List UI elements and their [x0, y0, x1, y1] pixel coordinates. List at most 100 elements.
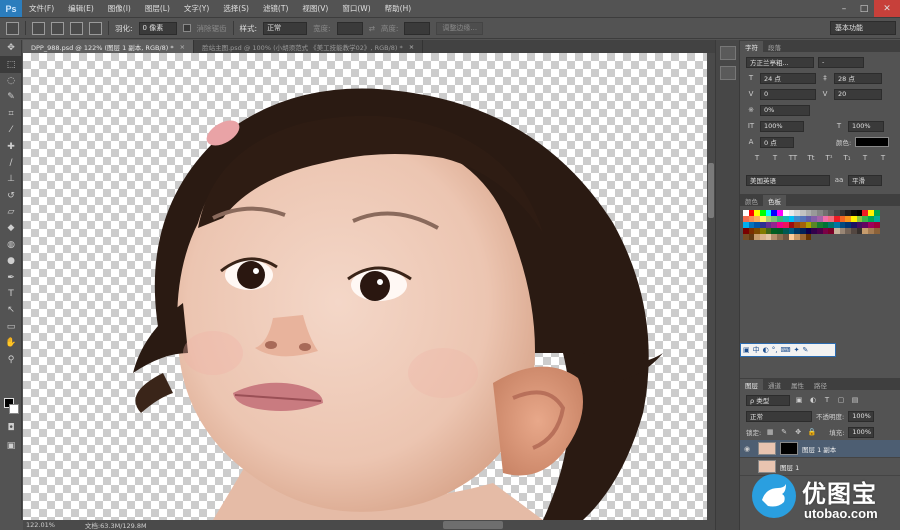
color-swatch[interactable] — [805, 234, 812, 240]
layer-filter-select[interactable]: ρ 类型 — [746, 394, 790, 406]
eraser-tool-icon[interactable]: ▱ — [0, 204, 22, 220]
height-input[interactable] — [404, 21, 431, 35]
lock-transparent-icon[interactable]: ▦ — [765, 428, 775, 436]
blend-mode-select[interactable]: 正常 — [746, 410, 812, 422]
type-tool-icon[interactable]: T — [0, 286, 22, 302]
lock-position-icon[interactable]: ✥ — [793, 428, 803, 436]
healing-brush-tool-icon[interactable]: ✚ — [0, 138, 22, 154]
marquee-tool-icon[interactable]: ⬚ — [0, 56, 22, 73]
opacity-input[interactable]: 100% — [848, 410, 875, 422]
antialias-select[interactable]: 平滑 — [848, 174, 882, 186]
tab-channels[interactable]: 通道 — [763, 379, 786, 390]
screen-mode-icon[interactable]: ▣ — [0, 438, 22, 454]
ime-skin-icon[interactable]: ✦ — [794, 346, 800, 354]
tab-color[interactable]: 颜色 — [740, 195, 763, 206]
dodge-tool-icon[interactable]: ● — [0, 253, 22, 269]
document-canvas[interactable] — [23, 53, 707, 520]
style-select[interactable]: 正常 — [263, 21, 308, 35]
menu-item-3[interactable]: 图层(L) — [138, 3, 177, 14]
minimize-button[interactable]: – — [834, 0, 854, 17]
visibility-eye-icon[interactable]: ◉ — [744, 445, 754, 453]
menu-item-5[interactable]: 选择(S) — [216, 3, 256, 14]
close-tab-icon[interactable]: × — [409, 43, 414, 51]
font-style-select[interactable]: - — [818, 56, 864, 68]
lock-pixels-icon[interactable]: ✎ — [779, 428, 789, 436]
faux-italic-icon[interactable]: T — [770, 154, 780, 162]
menu-item-4[interactable]: 文字(Y) — [177, 3, 216, 14]
vertical-scale-input[interactable]: 100% — [760, 120, 804, 132]
tab-document-2[interactable]: 脸站主图.psd @ 100% (小胡须范式 《美工技能教学02》, RGB/8… — [194, 40, 424, 53]
vertical-scroll-thumb[interactable] — [708, 163, 714, 218]
menu-item-8[interactable]: 窗口(W) — [335, 3, 377, 14]
superscript-icon[interactable]: T¹ — [824, 154, 834, 162]
strikethrough-icon[interactable]: T — [878, 154, 888, 162]
ime-mode-icon[interactable]: 中 — [753, 345, 760, 355]
history-brush-tool-icon[interactable]: ↺ — [0, 188, 22, 204]
zoom-level[interactable]: 122.01% — [26, 521, 55, 529]
rectangle-tool-icon[interactable]: ▭ — [0, 319, 22, 335]
ime-logo-icon[interactable]: ▣ — [743, 346, 750, 354]
close-button[interactable]: ✕ — [874, 0, 900, 17]
add-selection-icon[interactable] — [51, 21, 64, 35]
font-family-select[interactable]: 方正兰亭粗... — [746, 56, 814, 68]
tab-paragraph[interactable]: 段落 — [763, 41, 786, 52]
brush-tool-icon[interactable]: ∕ — [0, 155, 22, 171]
antialias-checkbox[interactable] — [182, 24, 191, 32]
filter-shape-icon[interactable]: ▢ — [836, 396, 846, 404]
quick-selection-tool-icon[interactable]: ✎ — [0, 89, 22, 105]
text-color-swatch[interactable] — [855, 137, 890, 147]
menu-item-0[interactable]: 文件(F) — [22, 3, 61, 14]
background-color-swatch[interactable] — [9, 404, 19, 414]
leading-input[interactable]: 28 点 — [834, 72, 882, 84]
marquee-tool-preset-icon[interactable] — [6, 21, 19, 35]
layer-mask-thumbnail[interactable] — [780, 442, 798, 455]
all-caps-icon[interactable]: TT — [788, 154, 798, 162]
small-caps-icon[interactable]: Tt — [806, 154, 816, 162]
ime-halfwidth-icon[interactable]: ◐ — [763, 346, 769, 354]
subscript-icon[interactable]: T₁ — [842, 154, 852, 162]
underline-icon[interactable]: T — [860, 154, 870, 162]
menu-item-7[interactable]: 视图(V) — [295, 3, 335, 14]
tab-properties[interactable]: 属性 — [786, 379, 809, 390]
path-selection-tool-icon[interactable]: ↖ — [0, 302, 22, 318]
tracking-input[interactable]: 20 — [834, 88, 882, 100]
menu-item-2[interactable]: 图像(I) — [101, 3, 138, 14]
workspace-select[interactable]: 基本功能 — [830, 21, 896, 35]
zoom-tool-icon[interactable]: ⚲ — [0, 351, 22, 367]
actions-panel-icon[interactable] — [719, 66, 736, 80]
filter-smart-icon[interactable]: ▤ — [850, 396, 860, 404]
tab-character[interactable]: 字符 — [740, 41, 763, 52]
refine-edge-button[interactable]: 调整边缘... — [436, 21, 484, 35]
horizontal-scroll-thumb[interactable] — [443, 521, 503, 529]
font-size-input[interactable]: 24 点 — [760, 72, 816, 84]
hand-tool-icon[interactable]: ✋ — [0, 335, 22, 351]
horizontal-scale-input[interactable]: 100% — [848, 120, 884, 132]
baseline-input[interactable]: 0 点 — [760, 136, 794, 148]
move-tool-icon[interactable]: ✥ — [0, 40, 22, 56]
quick-mask-icon[interactable]: ◘ — [0, 420, 22, 436]
tsume-input[interactable]: 0% — [760, 104, 810, 116]
filter-type-icon[interactable]: T — [822, 396, 832, 404]
menu-item-6[interactable]: 滤镜(T) — [256, 3, 295, 14]
menu-item-1[interactable]: 编辑(E) — [61, 3, 101, 14]
maximize-button[interactable]: □ — [854, 0, 874, 17]
tab-layers[interactable]: 图层 — [740, 379, 763, 390]
blur-tool-icon[interactable]: ◍ — [0, 237, 22, 253]
fill-input[interactable]: 100% — [848, 426, 875, 438]
vertical-scrollbar[interactable] — [707, 53, 715, 520]
color-swatch[interactable] — [873, 228, 880, 234]
layer-row[interactable]: ◉ 图层 1 副本 — [740, 440, 900, 458]
new-selection-icon[interactable] — [32, 21, 45, 35]
crop-tool-icon[interactable]: ⌗ — [0, 106, 22, 122]
faux-bold-icon[interactable]: T — [752, 154, 762, 162]
layer-name[interactable]: 图层 1 副本 — [802, 444, 836, 454]
pen-tool-icon[interactable]: ✒ — [0, 269, 22, 285]
kerning-input[interactable]: 0 — [760, 88, 816, 100]
close-tab-icon[interactable]: × — [180, 43, 185, 51]
menu-item-9[interactable]: 帮助(H) — [378, 3, 419, 14]
filter-adjustment-icon[interactable]: ◐ — [808, 396, 818, 404]
filter-pixel-icon[interactable]: ▣ — [794, 396, 804, 404]
ime-settings-icon[interactable]: ✎ — [802, 346, 808, 354]
language-select[interactable]: 美国英语 — [746, 174, 830, 186]
tab-swatches[interactable]: 色板 — [763, 195, 786, 206]
